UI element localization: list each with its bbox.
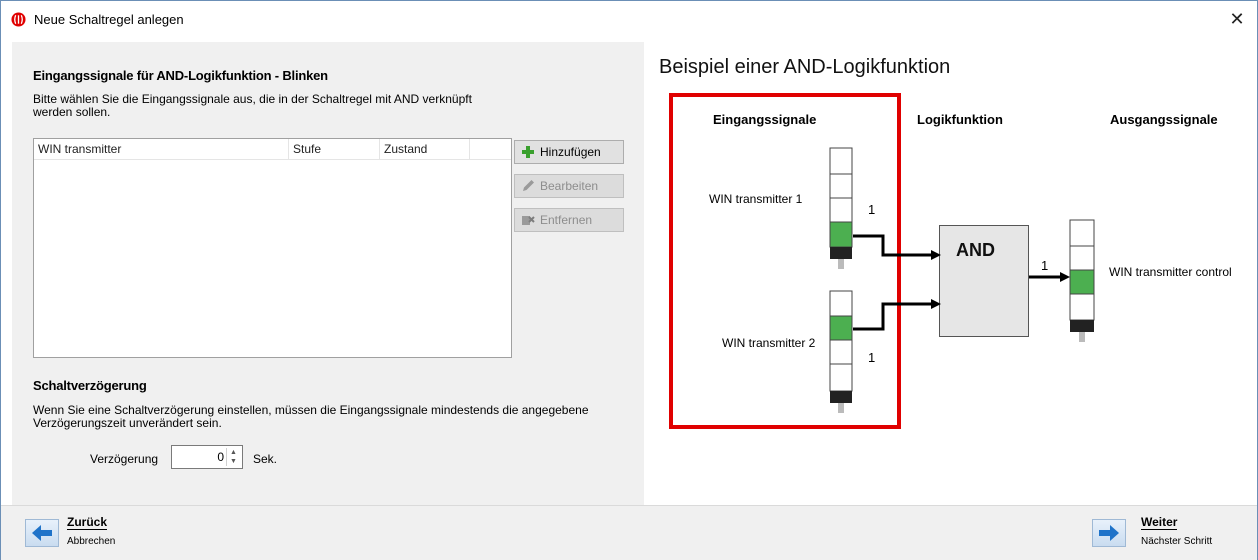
close-button[interactable]: ✕: [1225, 7, 1249, 31]
connector-lines: [853, 234, 1070, 331]
delay-unit: Sek.: [253, 452, 278, 466]
edit-button-label: Bearbeiten: [540, 179, 599, 193]
delay-description-2: Verzögerungszeit unverändert sein.: [33, 416, 222, 430]
remove-button-label: Entfernen: [540, 213, 593, 227]
back-sublabel: Abbrechen: [67, 536, 116, 547]
column-header-empty[interactable]: [470, 139, 511, 159]
column-header-zustand[interactable]: Zustand: [380, 139, 470, 159]
app-logo-icon: [11, 12, 26, 27]
input-signal-list[interactable]: WIN transmitter Stufe Zustand: [33, 138, 512, 358]
arrow-right-icon: [1099, 525, 1119, 541]
back-label[interactable]: Zurück: [67, 515, 108, 530]
next-sublabel: Nächster Schritt: [1141, 536, 1213, 547]
diagram-panel: Beispiel einer AND-Logikfunktion Eingang…: [645, 42, 1257, 505]
diagram-graphics: [829, 147, 1095, 413]
input-section-description-2: werden sollen.: [33, 105, 111, 119]
footer-bar: Zurück Abbrechen Weiter Nächster Schritt: [1, 505, 1257, 560]
dialog-window: Neue Schaltregel anlegen ✕ Eingangssigna…: [0, 0, 1258, 560]
list-header: WIN transmitter Stufe Zustand: [34, 139, 511, 160]
next-button[interactable]: [1092, 519, 1126, 547]
signal-tower-2-icon: [829, 290, 853, 413]
pencil-icon: [523, 180, 534, 191]
window-title: Neue Schaltregel anlegen: [34, 12, 184, 27]
column-header-stufe[interactable]: Stufe: [289, 139, 380, 159]
add-button-label: Hinzufügen: [540, 145, 601, 159]
add-button[interactable]: Hinzufügen: [514, 140, 624, 164]
arrow-left-icon: [32, 525, 52, 541]
remove-button[interactable]: Entfernen: [514, 208, 624, 232]
delay-spinner[interactable]: 0 ▲ ▼: [171, 445, 243, 469]
remove-icon: [522, 216, 535, 225]
next-label[interactable]: Weiter: [1141, 515, 1178, 530]
title-bar: Neue Schaltregel anlegen ✕: [1, 1, 1257, 41]
plus-icon: [522, 146, 534, 158]
edit-button[interactable]: Bearbeiten: [514, 174, 624, 198]
output-signal-tower-icon: [1069, 219, 1095, 342]
delay-label: Verzögerung: [90, 452, 159, 466]
delay-section-title: Schaltverzögerung: [33, 378, 147, 393]
signal-tower-1-icon: [829, 147, 853, 269]
column-header-transmitter[interactable]: WIN transmitter: [34, 139, 289, 159]
input-section-title: Eingangssignale für AND-Logikfunktion - …: [33, 68, 328, 83]
delay-value: 0: [217, 450, 224, 464]
settings-panel: Eingangssignale für AND-Logikfunktion - …: [12, 42, 644, 505]
back-button[interactable]: [25, 519, 59, 547]
spinner-arrows-icon[interactable]: ▲ ▼: [226, 448, 240, 466]
